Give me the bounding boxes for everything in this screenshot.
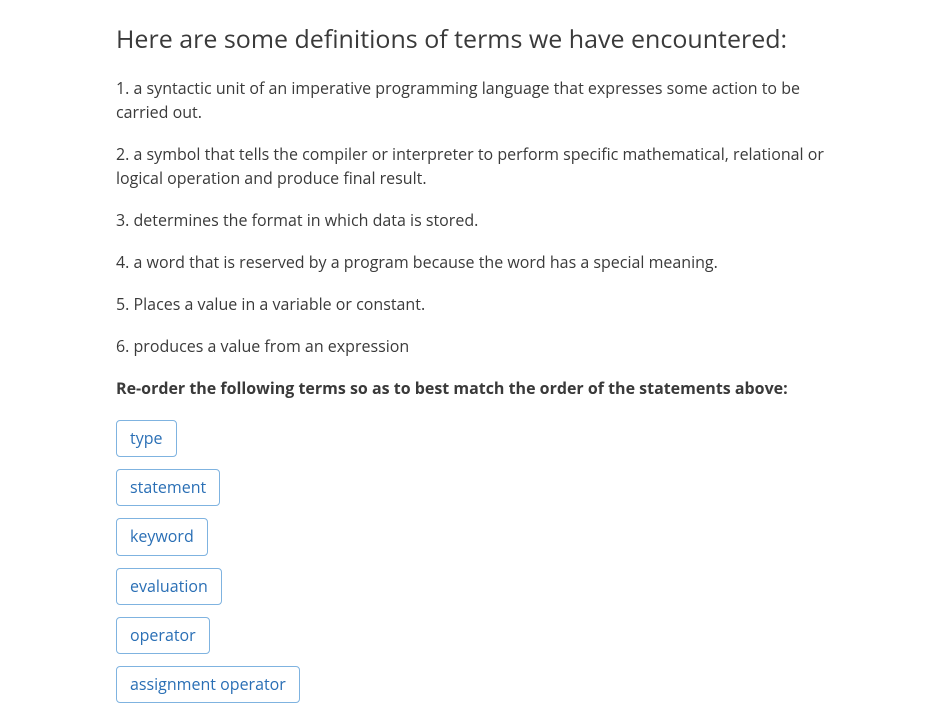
definition-item: 5. Places a value in a variable or const…: [116, 292, 826, 316]
term-item[interactable]: type: [116, 420, 177, 457]
term-item[interactable]: keyword: [116, 518, 208, 555]
definition-item: 4. a word that is reserved by a program …: [116, 250, 826, 274]
content-container: Here are some definitions of terms we ha…: [116, 24, 826, 703]
definition-item: 1. a syntactic unit of an imperative pro…: [116, 76, 826, 124]
term-item[interactable]: evaluation: [116, 568, 222, 605]
definition-item: 2. a symbol that tells the compiler or i…: [116, 142, 826, 190]
reorder-instruction: Re-order the following terms so as to be…: [116, 376, 826, 400]
definition-item: 6. produces a value from an expression: [116, 334, 826, 358]
definition-item: 3. determines the format in which data i…: [116, 208, 826, 232]
term-item[interactable]: operator: [116, 617, 210, 654]
term-item[interactable]: statement: [116, 469, 220, 506]
sortable-term-list[interactable]: type statement keyword evaluation operat…: [116, 420, 826, 703]
page-heading: Here are some definitions of terms we ha…: [116, 24, 826, 54]
term-item[interactable]: assignment operator: [116, 666, 300, 703]
